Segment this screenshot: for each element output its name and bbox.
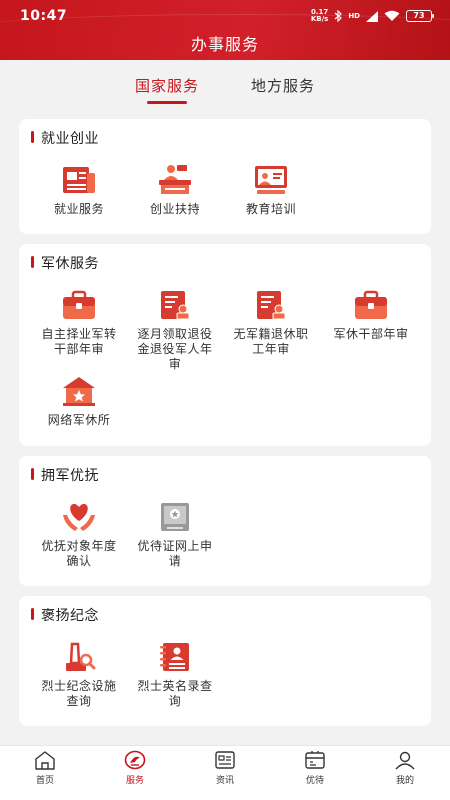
nav-label: 服务	[125, 776, 144, 786]
nav-service[interactable]: 服务	[90, 746, 180, 800]
online-retirement-office-item[interactable]: 网络军休所	[27, 375, 131, 428]
nav-label: 优待	[305, 776, 324, 786]
non-military-staff-review-item[interactable]: 无军籍退休职工年审	[219, 289, 323, 357]
status-icons: 0.17 KB/s HD 73	[311, 9, 434, 23]
item-label: 逐月领取退役金退役军人年审	[137, 327, 213, 371]
section-title: 军休服务	[31, 253, 99, 273]
battery-indicator: 73	[406, 10, 434, 22]
education-training-item[interactable]: 教育培训	[219, 164, 323, 217]
item-label: 优抚对象年度确认	[41, 539, 117, 568]
service-tabs: 国家服务 地方服务	[0, 60, 450, 110]
nav-profile[interactable]: 我的	[360, 746, 450, 800]
item-label: 烈士纪念设施查询	[41, 679, 117, 708]
item-label: 军休干部年审	[333, 327, 409, 341]
section-military-retirement: 军休服务 自主择业军转干部年审 逐月领取退役金退役军人年审 无军籍退休职工年审	[19, 244, 431, 446]
item-label: 优待证网上申请	[137, 539, 213, 568]
item-label: 创业扶持	[149, 202, 200, 216]
wifi-icon	[384, 10, 400, 21]
item-label: 烈士英名录查询	[137, 679, 213, 708]
status-time: 10:47	[20, 8, 68, 24]
service-icon	[124, 750, 146, 770]
bluetooth-icon	[334, 10, 343, 22]
section-employment: 就业创业 就业服务 创业扶持 教育培训	[19, 119, 431, 234]
nav-label: 我的	[395, 776, 414, 786]
page-title: 办事服务	[190, 35, 259, 54]
section-title: 褒扬纪念	[31, 605, 99, 625]
signal-hd-label: HD	[348, 12, 360, 20]
nav-label: 资讯	[215, 776, 234, 786]
newspaper-icon	[63, 167, 95, 193]
bottom-nav: 首页 服务 资讯 优待 我的	[0, 745, 450, 800]
entrepreneurship-support-item[interactable]: 创业扶持	[123, 164, 227, 217]
briefcase-icon	[355, 290, 387, 319]
net-speed-value: 0.17	[310, 8, 329, 16]
tab-national-services[interactable]: 国家服务	[135, 60, 199, 110]
preferential-card-application-item[interactable]: 优待证网上申请	[123, 501, 227, 569]
nav-news[interactable]: 资讯	[180, 746, 270, 800]
beneficiary-annual-confirm-item[interactable]: 优抚对象年度确认	[27, 501, 131, 569]
item-label: 教育培训	[245, 202, 296, 216]
net-speed-unit: KB/s	[310, 15, 329, 23]
item-label: 就业服务	[53, 202, 104, 216]
briefcase-icon	[63, 290, 95, 319]
item-label: 自主择业军转干部年审	[41, 327, 117, 356]
martyr-memorial-query-item[interactable]: 烈士纪念设施查询	[27, 641, 131, 709]
martyr-roll-query-item[interactable]: 烈士英名录查询	[123, 641, 227, 709]
monthly-pension-review-item[interactable]: 逐月领取退役金退役军人年审	[123, 289, 227, 372]
nav-home[interactable]: 首页	[0, 746, 90, 800]
teaching-board-icon	[255, 166, 287, 194]
reception-desk-icon	[159, 165, 191, 194]
news-icon	[215, 751, 235, 769]
signal-icon	[366, 10, 378, 22]
net-speed: 0.17 KB/s	[311, 9, 328, 23]
benefits-icon	[305, 751, 325, 769]
self-employed-cadre-review-item[interactable]: 自主择业军转干部年审	[27, 289, 131, 357]
heart-hands-icon	[63, 503, 95, 531]
retired-cadre-review-item[interactable]: 军休干部年审	[319, 289, 423, 342]
record-book-icon	[160, 643, 189, 671]
nav-benefits[interactable]: 优待	[270, 746, 360, 800]
item-label: 网络军休所	[47, 413, 111, 427]
star-house-icon	[63, 377, 95, 406]
home-icon	[35, 751, 55, 770]
employment-service-item[interactable]: 就业服务	[27, 164, 131, 217]
section-title: 拥军优抚	[31, 465, 99, 485]
star-certificate-icon	[161, 503, 189, 531]
app-header: 10:47 0.17 KB/s HD 73 办事服务	[0, 0, 450, 60]
section-title: 就业创业	[31, 128, 99, 148]
section-military-support: 拥军优抚 优抚对象年度确认 优待证网上申请	[19, 456, 431, 586]
document-stamp-icon	[161, 291, 190, 320]
section-commemoration: 褒扬纪念 烈士纪念设施查询 烈士英名录查询	[19, 596, 431, 726]
tab-local-services[interactable]: 地方服务	[251, 60, 315, 110]
document-stamp-icon	[257, 291, 286, 320]
monument-search-icon	[66, 642, 96, 671]
profile-icon	[395, 751, 415, 770]
item-label: 无军籍退休职工年审	[233, 327, 309, 356]
nav-label: 首页	[35, 776, 54, 786]
